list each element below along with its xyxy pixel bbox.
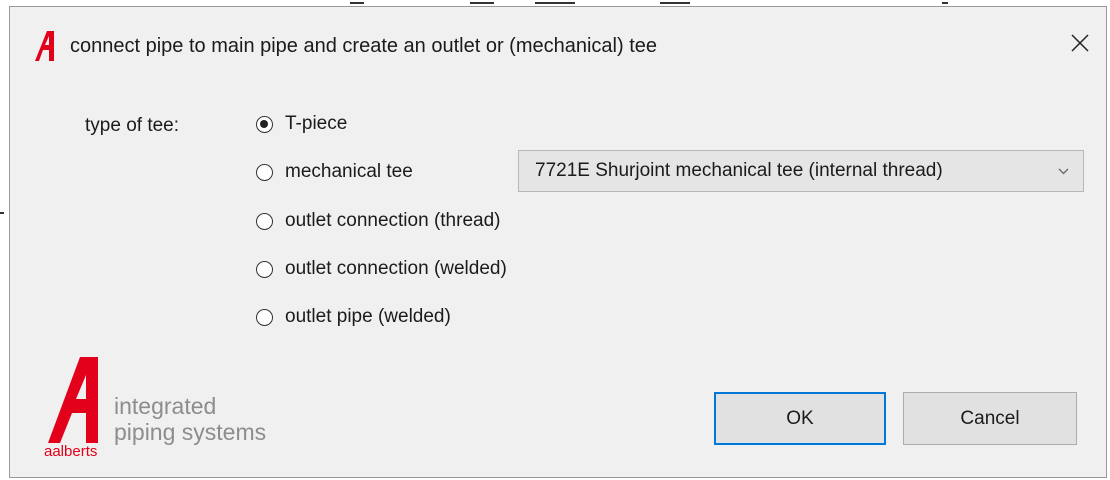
- mechanical-tee-select[interactable]: 7721E Shurjoint mechanical tee (internal…: [518, 150, 1084, 192]
- tagline-line: integrated: [114, 393, 217, 419]
- brand-tagline: integrated piping systems: [114, 393, 266, 445]
- radio-button-checked[interactable]: [256, 115, 273, 133]
- radio-outlet-pipe-welded[interactable]: outlet pipe (welded): [256, 303, 451, 331]
- background-mark: [350, 2, 364, 4]
- radio-mechanical-tee[interactable]: mechanical tee: [256, 158, 413, 186]
- radio-button[interactable]: [256, 163, 273, 181]
- radio-label: outlet connection (thread): [285, 210, 501, 231]
- background-mark: [0, 212, 4, 214]
- aalberts-logo: [48, 357, 98, 443]
- background-mark: [470, 2, 494, 4]
- radio-button[interactable]: [256, 212, 273, 230]
- close-icon: [1071, 34, 1089, 52]
- cancel-button[interactable]: Cancel: [903, 392, 1077, 445]
- ok-button[interactable]: OK: [714, 392, 886, 445]
- type-of-tee-label: type of tee:: [85, 115, 180, 136]
- title-bar[interactable]: connect pipe to main pipe and create an …: [10, 7, 1106, 81]
- select-value: 7721E Shurjoint mechanical tee (internal…: [535, 160, 943, 181]
- background-mark: [535, 2, 575, 4]
- radio-label: outlet connection (welded): [285, 258, 507, 279]
- tagline-line: piping systems: [114, 419, 267, 445]
- radio-outlet-connection-thread[interactable]: outlet connection (thread): [256, 207, 500, 235]
- aalberts-a-icon: [35, 31, 54, 61]
- tee-dialog: connect pipe to main pipe and create an …: [9, 6, 1107, 478]
- radio-label: mechanical tee: [285, 161, 413, 182]
- radio-t-piece[interactable]: T-piece: [256, 110, 347, 138]
- radio-label: T-piece: [285, 113, 348, 134]
- chevron-down-icon: [1043, 168, 1083, 175]
- background-mark: [660, 2, 690, 4]
- radio-label: outlet pipe (welded): [285, 306, 451, 327]
- radio-button[interactable]: [256, 308, 273, 326]
- background-mark: [942, 2, 948, 4]
- close-button[interactable]: [1058, 21, 1102, 65]
- radio-button[interactable]: [256, 260, 273, 278]
- dialog-title: connect pipe to main pipe and create an …: [70, 35, 658, 57]
- radio-outlet-connection-welded[interactable]: outlet connection (welded): [256, 255, 507, 283]
- brand-name: aalberts: [44, 443, 98, 460]
